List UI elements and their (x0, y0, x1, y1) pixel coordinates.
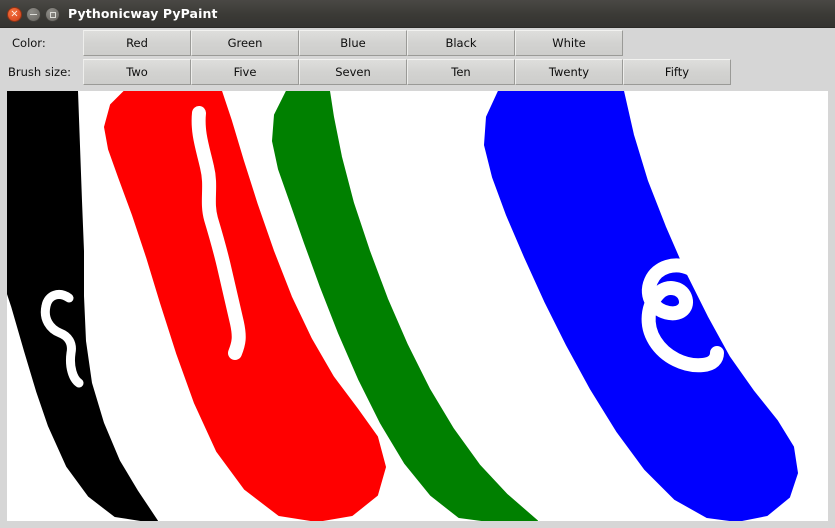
window-titlebar: × Pythonicway PyPaint (0, 0, 835, 28)
color-button-green[interactable]: Green (191, 30, 299, 56)
brush-button-two[interactable]: Two (83, 59, 191, 85)
brush-button-fifty[interactable]: Fifty (623, 59, 731, 85)
brush-button-ten[interactable]: Ten (407, 59, 515, 85)
window-frame-bottom (0, 521, 835, 528)
brush-button-seven[interactable]: Seven (299, 59, 407, 85)
minimize-icon[interactable] (26, 7, 41, 22)
close-icon[interactable]: × (7, 7, 22, 22)
brush-row-label: Brush size: (8, 65, 72, 79)
color-button-white[interactable]: White (515, 30, 623, 56)
brush-button-twenty[interactable]: Twenty (515, 59, 623, 85)
color-button-blue[interactable]: Blue (299, 30, 407, 56)
close-glyph: × (10, 8, 19, 19)
color-row: Color: Red Green Blue Black White (0, 29, 835, 58)
color-row-label: Color: (12, 36, 46, 50)
window-frame-right (828, 90, 835, 528)
minimize-glyph (30, 14, 37, 15)
window-title: Pythonicway PyPaint (68, 6, 218, 21)
maximize-icon[interactable] (45, 7, 60, 22)
paint-canvas[interactable] (7, 91, 828, 521)
color-button-red[interactable]: Red (83, 30, 191, 56)
canvas-drawing-surface[interactable] (7, 91, 828, 521)
window-frame-left (0, 90, 7, 528)
app-window: × Pythonicway PyPaint Color: Red Green B… (0, 0, 835, 528)
color-button-black[interactable]: Black (407, 30, 515, 56)
toolbar: Color: Red Green Blue Black White Brush … (0, 28, 835, 90)
brush-size-row: Brush size: Two Five Seven Ten Twenty Fi… (0, 58, 835, 87)
brush-button-five[interactable]: Five (191, 59, 299, 85)
maximize-glyph (49, 11, 56, 18)
